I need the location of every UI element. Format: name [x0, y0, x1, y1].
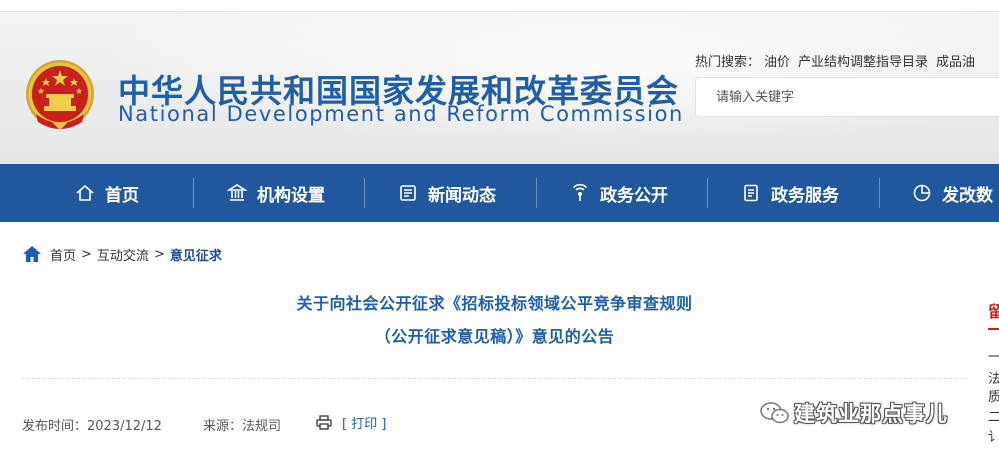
- pie-chart-icon: [913, 184, 931, 202]
- home-icon[interactable]: [22, 245, 42, 263]
- sidebar-text: 二: [988, 410, 999, 425]
- search-box: [695, 77, 999, 117]
- hot-search-item[interactable]: 成品油: [936, 55, 975, 70]
- sidebar-text: 法: [988, 372, 999, 387]
- breadcrumb-home[interactable]: 首页: [50, 245, 76, 264]
- nav-divider: [193, 178, 194, 208]
- top-strip: [0, 0, 999, 12]
- hot-search: 热门搜索： 油价 产业结构调整指导目录 成品油: [695, 51, 979, 70]
- search-input[interactable]: [696, 78, 986, 116]
- site-title-english[interactable]: National Development and Reform Commissi…: [118, 102, 684, 126]
- nav-item-label: 新闻动态: [428, 185, 496, 206]
- nav-item-organization[interactable]: 机构设置: [227, 164, 325, 222]
- main-nav: 首页 机构设置 新闻动态 政务公开 政务服务 发改数: [0, 164, 999, 222]
- nav-item-government-affairs[interactable]: 政务公开: [570, 164, 668, 222]
- nav-divider: [879, 178, 880, 208]
- breadcrumb: 首页 > 互动交流 > 意见征求: [22, 244, 222, 264]
- breadcrumb-separator: >: [153, 246, 165, 262]
- print-button[interactable]: [ 打印 ]: [316, 413, 386, 432]
- nav-item-data[interactable]: 发改数: [912, 164, 993, 222]
- wechat-icon: [760, 402, 789, 424]
- publish-label: 发布时间：: [22, 419, 88, 434]
- hot-search-item[interactable]: 产业结构调整指导目录: [798, 55, 928, 70]
- breadcrumb-interaction[interactable]: 互动交流: [97, 245, 149, 264]
- source-value: 法规司: [242, 419, 282, 434]
- watermark: 建筑业那点事儿: [760, 398, 948, 428]
- printer-icon: [316, 415, 332, 430]
- source-info: 来源：法规司: [203, 415, 281, 434]
- article-title-line2: （公开征求意见稿）》意见的公告: [374, 327, 615, 346]
- publish-info: 发布时间：2023/12/12: [22, 415, 162, 434]
- nav-item-label: 发改数: [942, 185, 993, 206]
- document-icon: [744, 184, 758, 202]
- sidebar-heading: 留: [988, 302, 999, 321]
- nav-divider: [536, 178, 537, 208]
- divider: [22, 378, 967, 379]
- watermark-text: 建筑业那点事儿: [794, 402, 948, 426]
- hot-search-item[interactable]: 油价: [764, 55, 790, 70]
- print-label: [ 打印 ]: [342, 417, 387, 432]
- hot-search-label: 热门搜索：: [695, 55, 761, 70]
- nav-item-home[interactable]: 首页: [75, 164, 139, 222]
- nav-item-services[interactable]: 政务服务: [741, 164, 839, 222]
- sidebar-text: 质: [988, 390, 999, 405]
- national-emblem-icon[interactable]: [22, 56, 98, 136]
- nav-item-news[interactable]: 新闻动态: [398, 164, 496, 222]
- home-icon: [76, 185, 94, 201]
- sidebar-heading-underline: [988, 328, 999, 330]
- broadcast-icon: [572, 183, 588, 201]
- breadcrumb-current[interactable]: 意见征求: [170, 245, 222, 264]
- source-label: 来源：: [203, 419, 243, 434]
- breadcrumb-separator: >: [81, 246, 92, 262]
- publish-date: 2023/12/12: [87, 419, 162, 434]
- nav-item-label: 首页: [105, 185, 139, 206]
- sidebar-text: 一: [988, 350, 999, 365]
- nav-divider: [364, 178, 365, 208]
- sidebar-edge: 留 一 法 质 二 讠: [988, 298, 999, 445]
- nav-item-label: 政务公开: [600, 185, 668, 206]
- building-icon: [227, 184, 247, 201]
- nav-item-label: 机构设置: [257, 185, 325, 206]
- site-header: 中华人民共和国国家发展和改革委员会 National Development a…: [0, 0, 999, 164]
- article-title-line1: 关于向社会公开征求《招标投标领域公平竞争审查规则: [296, 294, 693, 313]
- nav-item-label: 政务服务: [771, 185, 839, 206]
- nav-divider: [707, 178, 708, 208]
- sidebar-text: 讠: [988, 430, 999, 445]
- news-icon: [400, 185, 416, 201]
